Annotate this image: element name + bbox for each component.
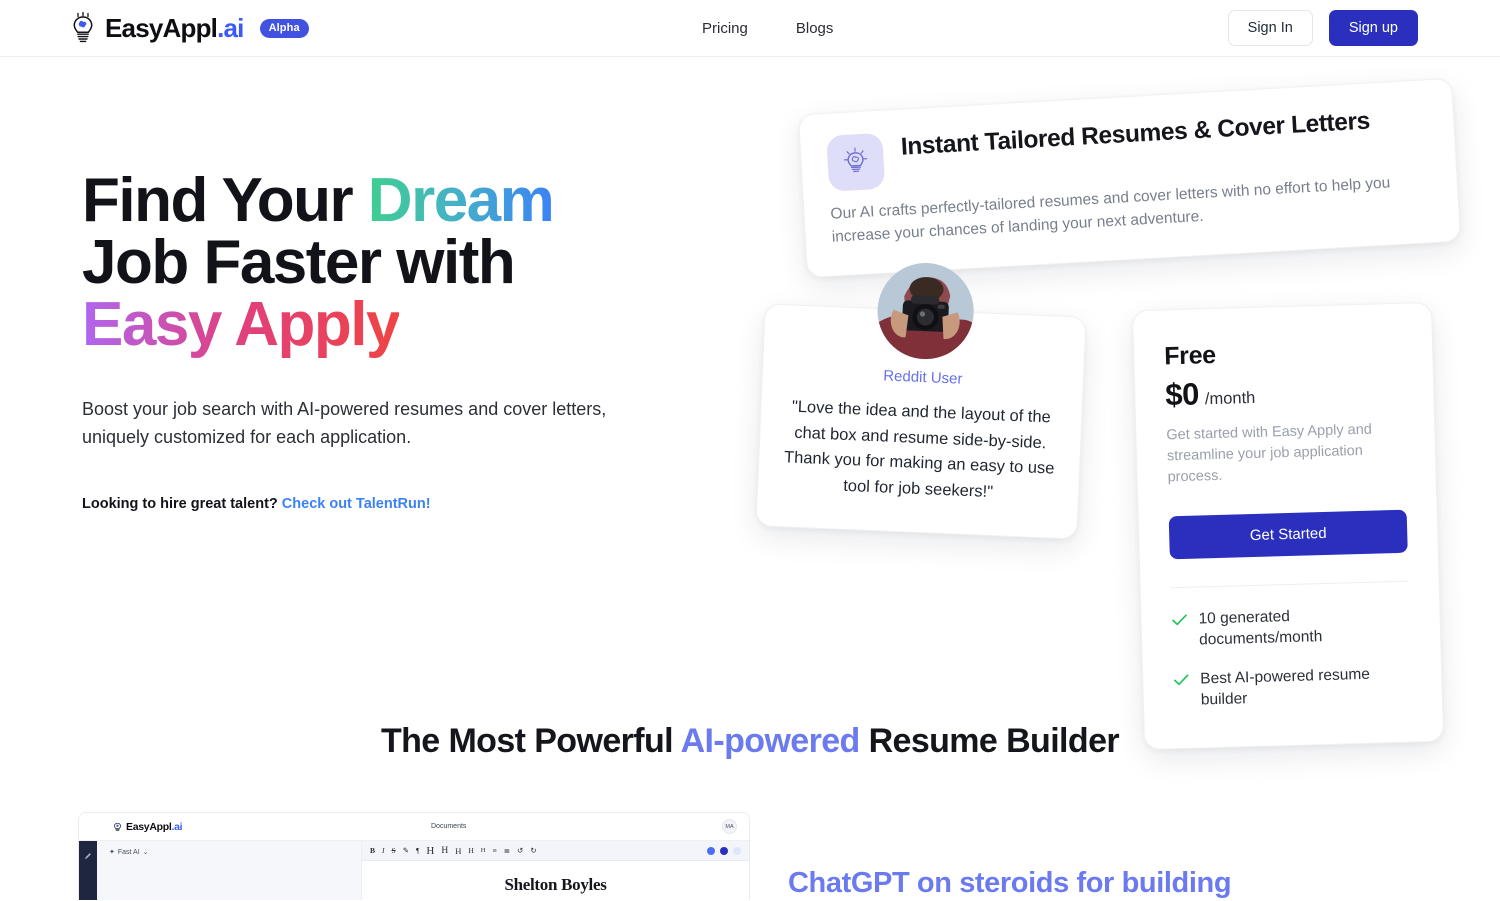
brand-suffix: .ai <box>217 13 244 43</box>
hero-title-accent-dream: Dream <box>368 166 554 235</box>
highlight-icon[interactable]: ✎ <box>403 846 409 855</box>
section-title: The Most Powerful AI-powered Resume Buil… <box>0 722 1500 761</box>
app-chat-panel: ✦ Fast AI ⌄ <box>97 841 362 900</box>
app-preview-screenshot: EasyAppl.ai Documents MA ✦ Fast AI ⌄ B I… <box>78 812 750 900</box>
redo-icon[interactable]: ↻ <box>530 846 536 855</box>
pencil-icon[interactable] <box>84 847 92 900</box>
help-icon[interactable] <box>720 847 728 855</box>
pricing-card: Free $0 /month Get started with Easy App… <box>1132 302 1444 750</box>
app-topbar: EasyAppl.ai Documents MA <box>79 813 749 841</box>
heading5-icon[interactable]: H <box>481 847 486 854</box>
lightbulb-icon <box>826 133 885 192</box>
app-sidebar-rail <box>79 841 97 900</box>
hero-cards: Instant Tailored Resumes & Cover Letters… <box>740 70 1500 730</box>
feature-card: Instant Tailored Resumes & Cover Letters… <box>798 78 1461 278</box>
pricing-plan-name: Free <box>1164 336 1403 372</box>
talentrun-link[interactable]: Check out TalentRun! <box>282 496 431 512</box>
app-user-avatar[interactable]: MA <box>722 819 737 834</box>
hero-subtitle: Boost your job search with AI-powered re… <box>82 396 622 452</box>
hero-title: Find Your Dream Job Faster with Easy App… <box>82 170 682 356</box>
app-document-title: Shelton Boyles <box>362 875 749 895</box>
sign-up-button[interactable]: Sign up <box>1329 10 1418 46</box>
avatar <box>876 261 976 361</box>
undo-icon[interactable]: ↺ <box>517 846 523 855</box>
talent-callout: Looking to hire great talent? Check out … <box>82 496 682 512</box>
pricing-divider <box>1171 581 1409 589</box>
pricing-feature-label: Best AI-powered resume builder <box>1200 664 1412 712</box>
lightbulb-brain-icon <box>70 11 96 45</box>
app-brand-name: EasyAppl.ai <box>126 821 182 833</box>
heading4-icon[interactable]: H <box>468 846 473 855</box>
nav-item-blogs[interactable]: Blogs <box>796 20 834 37</box>
check-icon <box>1173 673 1189 691</box>
strikethrough-icon[interactable]: S <box>392 846 396 855</box>
italic-icon[interactable]: I <box>382 846 385 855</box>
hero-title-line1-plain: Find Your <box>82 166 368 235</box>
chevron-down-icon: ⌄ <box>143 848 149 856</box>
pricing-feature-item: Best AI-powered resume builder <box>1173 664 1412 712</box>
pricing-feature-item: 10 generated documents/month <box>1171 604 1410 652</box>
sign-in-button[interactable]: Sign In <box>1228 10 1313 46</box>
preview-eye-icon[interactable] <box>707 847 715 855</box>
section-title-accent: AI-powered <box>681 722 860 760</box>
app-model-selector[interactable]: ✦ Fast AI ⌄ <box>109 848 361 856</box>
section-title-part2: Resume Builder <box>860 722 1119 760</box>
sparkle-icon: ✦ <box>109 848 115 856</box>
pricing-feature-label: 10 generated documents/month <box>1198 604 1410 652</box>
bullet-list-icon[interactable]: ≡ <box>492 846 496 855</box>
pricing-amount: $0 <box>1165 376 1199 413</box>
feature-card-title: Instant Tailored Resumes & Cover Letters <box>900 106 1371 162</box>
main-nav: Pricing Blogs <box>702 20 833 37</box>
nav-item-pricing[interactable]: Pricing <box>702 20 748 37</box>
pricing-price-row: $0 /month <box>1165 371 1404 414</box>
check-icon <box>1171 613 1187 631</box>
app-body: ✦ Fast AI ⌄ B I S ✎ ¶ H H H H H ≡ ≣ ↺ ↻ <box>79 841 749 900</box>
hero-title-accent-easy-apply: Easy Apply <box>82 290 399 359</box>
get-started-button[interactable]: Get Started <box>1169 510 1408 560</box>
heading2-icon[interactable]: H <box>441 846 448 856</box>
app-brand-suffix: .ai <box>171 821 182 833</box>
heading3-icon[interactable]: H <box>455 846 461 856</box>
app-brand-logo: EasyAppl.ai <box>113 821 182 833</box>
brand-logo[interactable]: EasyAppl.ai Alpha <box>70 11 309 45</box>
auth-actions: Sign In Sign up <box>1228 10 1418 46</box>
download-icon[interactable] <box>733 847 741 855</box>
app-model-label: Fast AI <box>118 849 140 856</box>
hero-title-line2: Job Faster with <box>82 228 514 297</box>
pricing-feature-list: 10 generated documents/month Best AI-pow… <box>1171 604 1412 712</box>
numbered-list-icon[interactable]: ≣ <box>504 846 510 855</box>
app-editor-panel: B I S ✎ ¶ H H H H H ≡ ≣ ↺ ↻ Shel <box>362 841 749 900</box>
testimonial-quote: "Love the idea and the layout of the cha… <box>782 394 1058 508</box>
editor-toolbar-actions <box>707 847 741 855</box>
pricing-period: /month <box>1205 389 1256 409</box>
section-right-heading: ChatGPT on steroids for building <box>788 866 1428 901</box>
testimonial-card: Reddit User "Love the idea and the layou… <box>755 303 1086 540</box>
testimonial-author: Reddit User <box>787 363 1059 391</box>
editor-toolbar: B I S ✎ ¶ H H H H H ≡ ≣ ↺ ↻ <box>362 841 749 861</box>
hero-content: Find Your Dream Job Faster with Easy App… <box>82 170 682 512</box>
site-header: EasyAppl.ai Alpha Pricing Blogs Sign In … <box>0 0 1500 57</box>
app-documents-tab[interactable]: Documents <box>431 823 466 830</box>
section-title-part1: The Most Powerful <box>381 722 681 760</box>
heading1-icon[interactable]: H <box>426 845 434 857</box>
talent-prompt-text: Looking to hire great talent? <box>82 496 278 512</box>
paragraph-icon[interactable]: ¶ <box>416 846 419 855</box>
alpha-badge: Alpha <box>260 19 309 38</box>
pricing-description: Get started with Easy Apply and streamli… <box>1166 419 1406 489</box>
bold-icon[interactable]: B <box>370 846 375 855</box>
brand-name: EasyAppl.ai <box>105 13 244 44</box>
